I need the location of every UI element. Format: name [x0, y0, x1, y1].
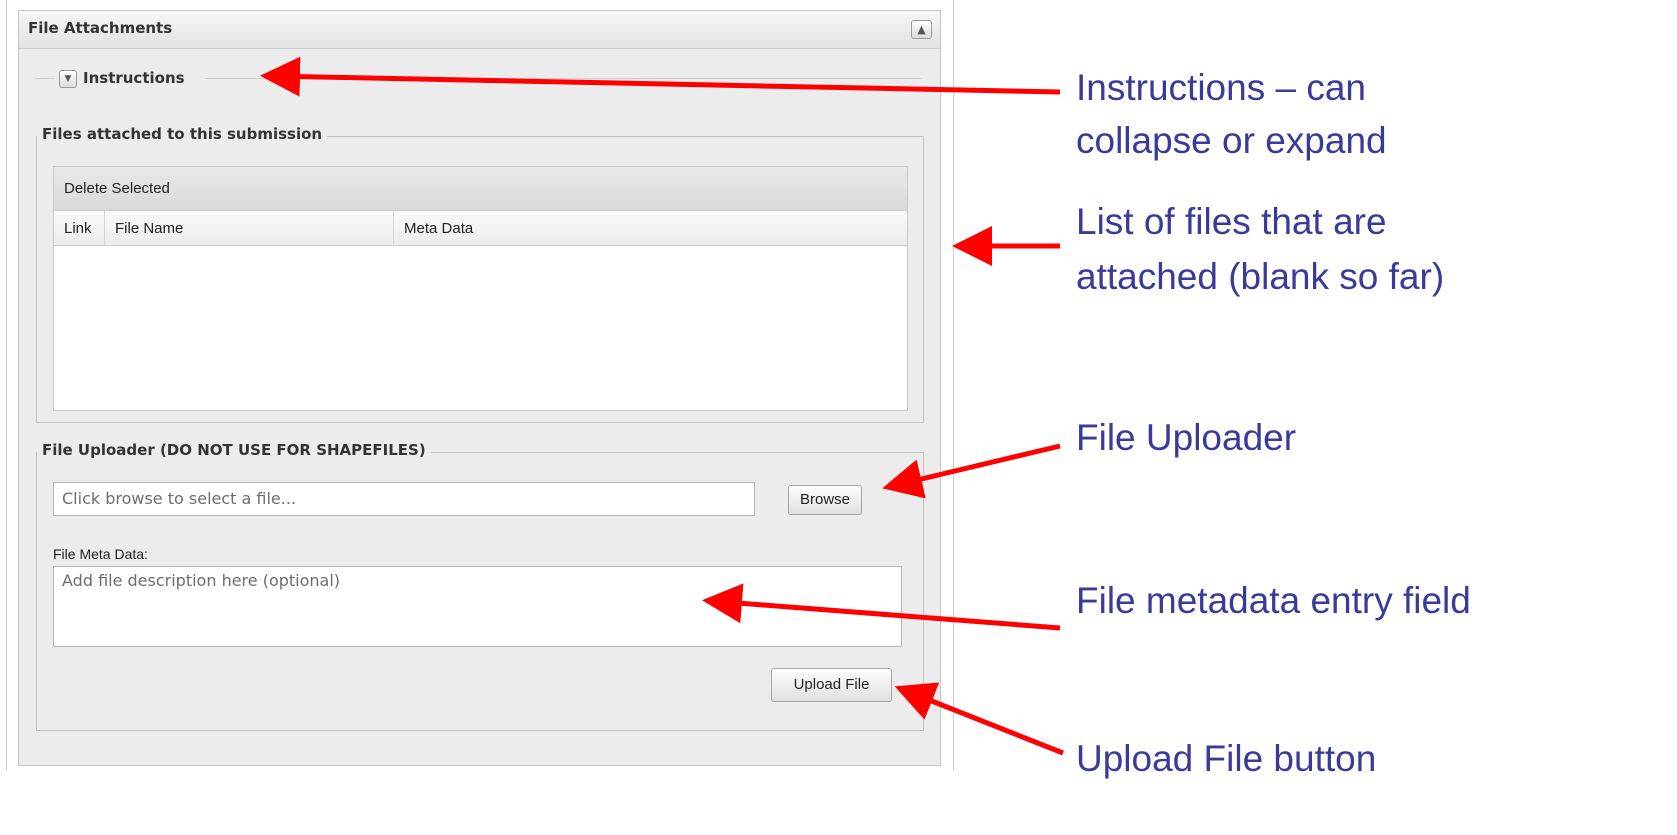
arrow-to-metadata	[702, 583, 1061, 631]
arrow-to-upload-button	[894, 682, 1064, 756]
arrow-to-browse	[882, 443, 1061, 499]
annotation-file-metadata: File metadata entry field	[1076, 580, 1471, 621]
annotation-upload-button: Upload File button	[1076, 738, 1377, 779]
annotation-list-line1: List of files that are	[1076, 201, 1387, 242]
annotation-file-uploader: File Uploader	[1076, 417, 1297, 458]
annotation-arrows	[260, 56, 1064, 756]
annotation-instructions-line1: Instructions – can	[1076, 67, 1366, 108]
annotation-list-line2: attached (blank so far)	[1076, 256, 1445, 297]
arrow-to-instructions	[260, 56, 1061, 97]
annotation-instructions-line2: collapse or expand	[1076, 120, 1387, 161]
